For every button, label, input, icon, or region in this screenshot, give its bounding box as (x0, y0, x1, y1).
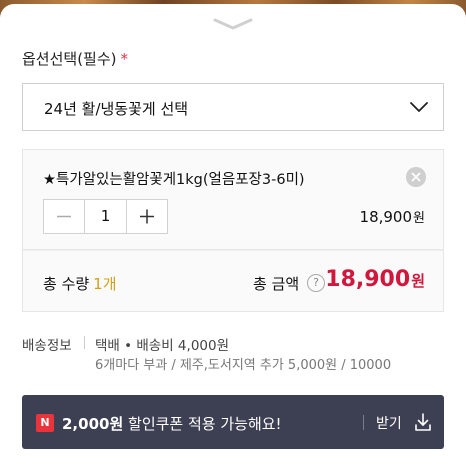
total-amount-unit: 원 (411, 272, 425, 290)
selected-item-card: ★특가알있는활암꽃게1kg(얼음포장3-6미) 1 18,900원 (22, 149, 444, 250)
total-amount-value: 18,900 (325, 267, 411, 292)
remove-item-close-icon[interactable] (406, 167, 426, 187)
total-quantity-value: 1개 (93, 275, 117, 293)
download-icon[interactable] (414, 412, 432, 432)
total-quantity: 총 수량 1개 (43, 273, 117, 294)
shipping-method-fee: 택배 • 배송비 4,000원 (95, 338, 230, 354)
sheet-handle-chevron-icon[interactable] (211, 14, 255, 32)
coupon-download-button[interactable]: 받기 (376, 413, 402, 433)
decrease-quantity-button[interactable] (44, 200, 84, 233)
chevron-down-icon (410, 102, 428, 112)
shipping-info-label: 배송정보 (22, 338, 72, 354)
item-price-value: 18,900 (359, 208, 413, 226)
option-section-title: 옵션선택(필수) * (22, 48, 128, 69)
quantity-value[interactable]: 1 (84, 200, 127, 233)
option-select-value: 24년 활/냉동꽃게 선택 (44, 100, 189, 118)
total-quantity-label: 총 수량 (43, 275, 90, 293)
increase-quantity-button[interactable] (127, 200, 167, 233)
help-icon[interactable]: ? (307, 274, 325, 292)
item-price: 18,900원 (360, 207, 425, 226)
option-bottom-sheet: 옵션선택(필수) * 24년 활/냉동꽃게 선택 ★특가알있는활암꽃게1kg(얼음… (0, 4, 466, 466)
plus-icon (140, 209, 154, 224)
selected-item-name: ★특가알있는활암꽃게1kg(얼음포장3-6미) (43, 172, 305, 188)
naver-logo-icon: N (36, 414, 54, 432)
order-total-summary: 총 수량 1개 총 금액 ? 18,900원 (22, 250, 444, 312)
shipping-extra-fee: 6개마다 부과 / 제주,도서지역 추가 5,000원 / 10000 (95, 358, 392, 373)
option-select-dropdown[interactable]: 24년 활/냉동꽃게 선택 (22, 83, 444, 131)
minus-icon (57, 215, 71, 218)
quantity-stepper: 1 (43, 199, 168, 234)
total-amount-label: 총 금액 (253, 275, 300, 293)
divider (84, 336, 85, 349)
coupon-amount: 2,000원 (62, 415, 124, 433)
required-mark: * (120, 50, 129, 68)
total-amount: 18,900원 (325, 267, 425, 292)
divider (363, 415, 364, 430)
item-price-unit: 원 (413, 211, 425, 226)
coupon-banner[interactable]: N 2,000원 할인쿠폰 적용 가능해요! 받기 (22, 395, 444, 449)
coupon-message-text: 할인쿠폰 적용 가능해요! (123, 415, 282, 433)
coupon-message: 2,000원 할인쿠폰 적용 가능해요! (62, 413, 282, 434)
option-title-text: 옵션선택(필수) (22, 50, 117, 68)
